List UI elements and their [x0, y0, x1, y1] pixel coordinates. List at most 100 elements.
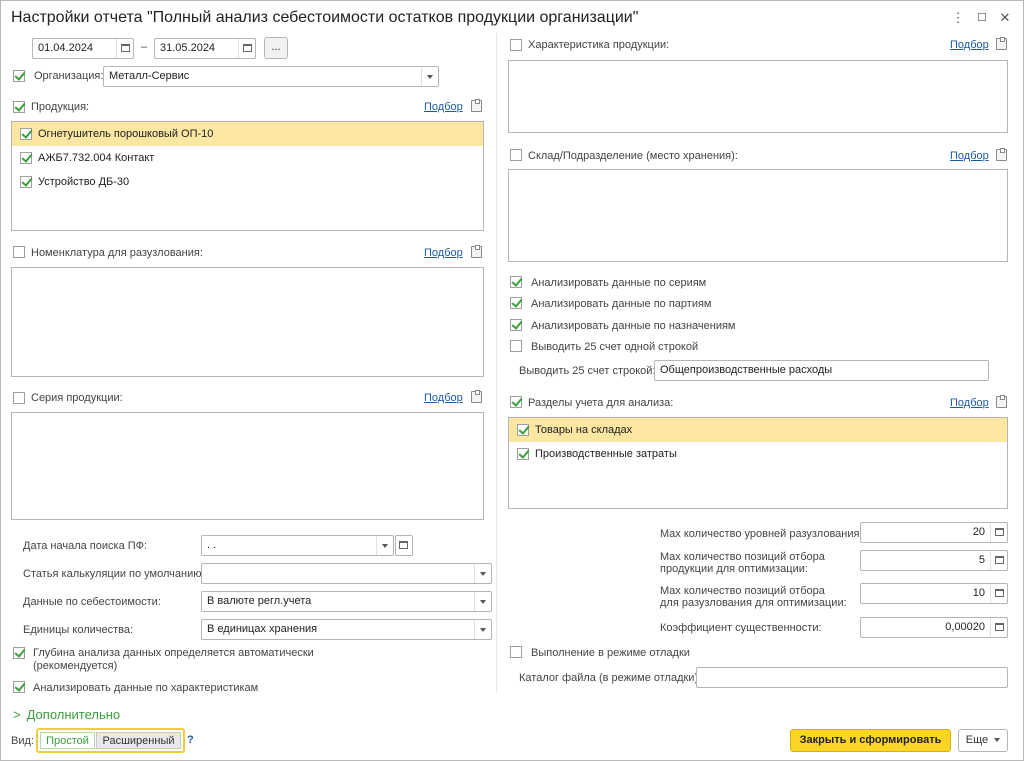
series-label: Серия продукции: — [31, 392, 123, 404]
list-item[interactable]: АЖБ7.732.004 Контакт — [12, 146, 483, 170]
nomenclature-checkbox[interactable] — [13, 246, 25, 259]
analyze-characteristics-checkbox[interactable] — [13, 681, 25, 694]
option-checkbox-batches[interactable] — [510, 297, 522, 310]
item-checkbox[interactable] — [20, 128, 32, 141]
start-date-calendar-button[interactable] — [395, 535, 413, 556]
period-dash: – — [141, 41, 148, 53]
units-field[interactable]: В единицах хранения — [201, 619, 492, 640]
paste-clipboard-icon[interactable] — [471, 390, 482, 403]
calendar-icon[interactable] — [396, 536, 412, 555]
view-simple-button[interactable]: Простой — [40, 732, 95, 749]
option-checkbox-series[interactable] — [510, 276, 522, 289]
chevron-down-icon — [994, 738, 1001, 743]
nomenclature-list[interactable] — [11, 267, 484, 377]
warehouse-pick-link[interactable]: Подбор — [950, 150, 989, 162]
paste-clipboard-icon[interactable] — [996, 395, 1007, 408]
account25-label: Выводить 25 счет строкой: — [519, 365, 656, 377]
view-extended-button[interactable]: Расширенный — [96, 732, 181, 749]
chevron-down-icon[interactable] — [474, 564, 491, 583]
more-button[interactable]: Еще — [958, 729, 1008, 752]
paste-clipboard-icon[interactable] — [471, 99, 482, 112]
max-disassembly-field[interactable]: 10 — [860, 583, 1008, 604]
depth-auto-checkbox[interactable] — [13, 647, 25, 660]
debug-checkbox[interactable] — [510, 646, 522, 659]
series-checkbox[interactable] — [13, 392, 25, 405]
debug-label: Выполнение в режиме отладки — [531, 647, 690, 659]
close-icon[interactable]: ✕ — [997, 9, 1013, 27]
sections-checkbox[interactable] — [510, 396, 522, 409]
sections-pick-link[interactable]: Подбор — [950, 397, 989, 409]
cost-data-field[interactable]: В валюте регл.учета — [201, 591, 492, 612]
item-checkbox[interactable] — [517, 448, 529, 461]
close-and-generate-button[interactable]: Закрыть и сформировать — [790, 729, 951, 752]
sections-label: Разделы учета для анализа: — [528, 397, 674, 409]
nomenclature-pick-link[interactable]: Подбор — [424, 247, 463, 259]
analyze-characteristics-label: Анализировать данные по характеристикам — [33, 682, 259, 694]
more-button-label: Еще — [965, 734, 989, 746]
calculator-icon[interactable] — [990, 523, 1007, 542]
chevron-down-icon[interactable] — [474, 620, 491, 639]
chevron-down-icon[interactable] — [376, 536, 393, 555]
max-levels-value: 20 — [972, 526, 985, 538]
additional-label: Дополнительно — [26, 707, 121, 722]
characteristic-list[interactable] — [508, 60, 1008, 133]
warehouse-list[interactable] — [508, 169, 1008, 262]
chevron-down-icon[interactable] — [474, 592, 491, 611]
characteristic-label: Характеристика продукции: — [528, 39, 670, 51]
products-checkbox[interactable] — [13, 101, 25, 114]
coef-field[interactable]: 0,00020 — [860, 617, 1008, 638]
debug-catalog-label: Каталог файла (в режиме отладки): — [519, 672, 702, 684]
option-checkbox-purposes[interactable] — [510, 319, 522, 332]
paste-clipboard-icon[interactable] — [996, 148, 1007, 161]
max-products-field[interactable]: 5 — [860, 550, 1008, 571]
item-checkbox[interactable] — [517, 424, 529, 437]
calendar-icon[interactable] — [238, 39, 255, 58]
additional-toggle[interactable]: > Дополнительно — [13, 707, 120, 722]
units-label: Единицы количества: — [23, 624, 134, 636]
max-levels-field[interactable]: 20 — [860, 522, 1008, 543]
paste-clipboard-icon[interactable] — [471, 245, 482, 258]
organization-value: Металл-Сервис — [109, 70, 190, 82]
calc-item-field[interactable] — [201, 563, 492, 584]
cost-data-value: В валюте регл.учета — [207, 595, 312, 607]
warehouse-label: Склад/Подразделение (место хранения): — [528, 150, 738, 162]
list-item[interactable]: Огнетушитель порошковый ОП-10 — [12, 122, 483, 146]
products-list: Огнетушитель порошковый ОП-10 АЖБ7.732.0… — [11, 121, 484, 231]
paste-clipboard-icon[interactable] — [996, 37, 1007, 50]
account25-field[interactable]: Общепроизводственные расходы — [654, 360, 989, 381]
list-item[interactable]: Устройство ДБ-30 — [12, 170, 483, 194]
chevron-down-icon[interactable] — [421, 67, 438, 86]
start-date-label: Дата начала поиска ПФ: — [23, 540, 148, 552]
series-list[interactable] — [11, 412, 484, 520]
organization-field[interactable]: Металл-Сервис — [103, 66, 439, 87]
option-label-series: Анализировать данные по сериям — [531, 277, 707, 289]
calculator-icon[interactable] — [990, 584, 1007, 603]
debug-catalog-field[interactable] — [696, 667, 1008, 688]
help-icon[interactable]: ? — [187, 734, 194, 746]
calculator-icon[interactable] — [990, 551, 1007, 570]
organization-checkbox[interactable] — [13, 70, 25, 83]
characteristic-pick-link[interactable]: Подбор — [950, 39, 989, 51]
warehouse-checkbox[interactable] — [510, 149, 522, 162]
select-period-button[interactable]: ... — [264, 37, 288, 59]
maximize-icon[interactable]: ☐ — [974, 9, 990, 27]
period-to-field[interactable]: 31.05.2024 — [154, 38, 256, 59]
period-from-field[interactable]: 01.04.2024 — [32, 38, 134, 59]
calendar-icon[interactable] — [116, 39, 133, 58]
column-divider — [496, 33, 497, 693]
list-item[interactable]: Производственные затраты — [509, 442, 1007, 466]
item-checkbox[interactable] — [20, 176, 32, 189]
view-label: Вид: — [11, 735, 34, 747]
option-checkbox-account25[interactable] — [510, 340, 522, 353]
item-checkbox[interactable] — [20, 152, 32, 165]
more-actions-icon[interactable]: ⋮ — [950, 9, 966, 27]
calculator-icon[interactable] — [990, 618, 1007, 637]
series-pick-link[interactable]: Подбор — [424, 392, 463, 404]
start-date-field[interactable]: . . — [201, 535, 394, 556]
products-label: Продукция: — [31, 101, 90, 113]
list-item[interactable]: Товары на складах — [509, 418, 1007, 442]
window-title: Настройки отчета "Полный анализ себестои… — [11, 9, 639, 26]
coef-value: 0,00020 — [945, 621, 985, 633]
characteristic-checkbox[interactable] — [510, 39, 522, 52]
products-pick-link[interactable]: Подбор — [424, 101, 463, 113]
